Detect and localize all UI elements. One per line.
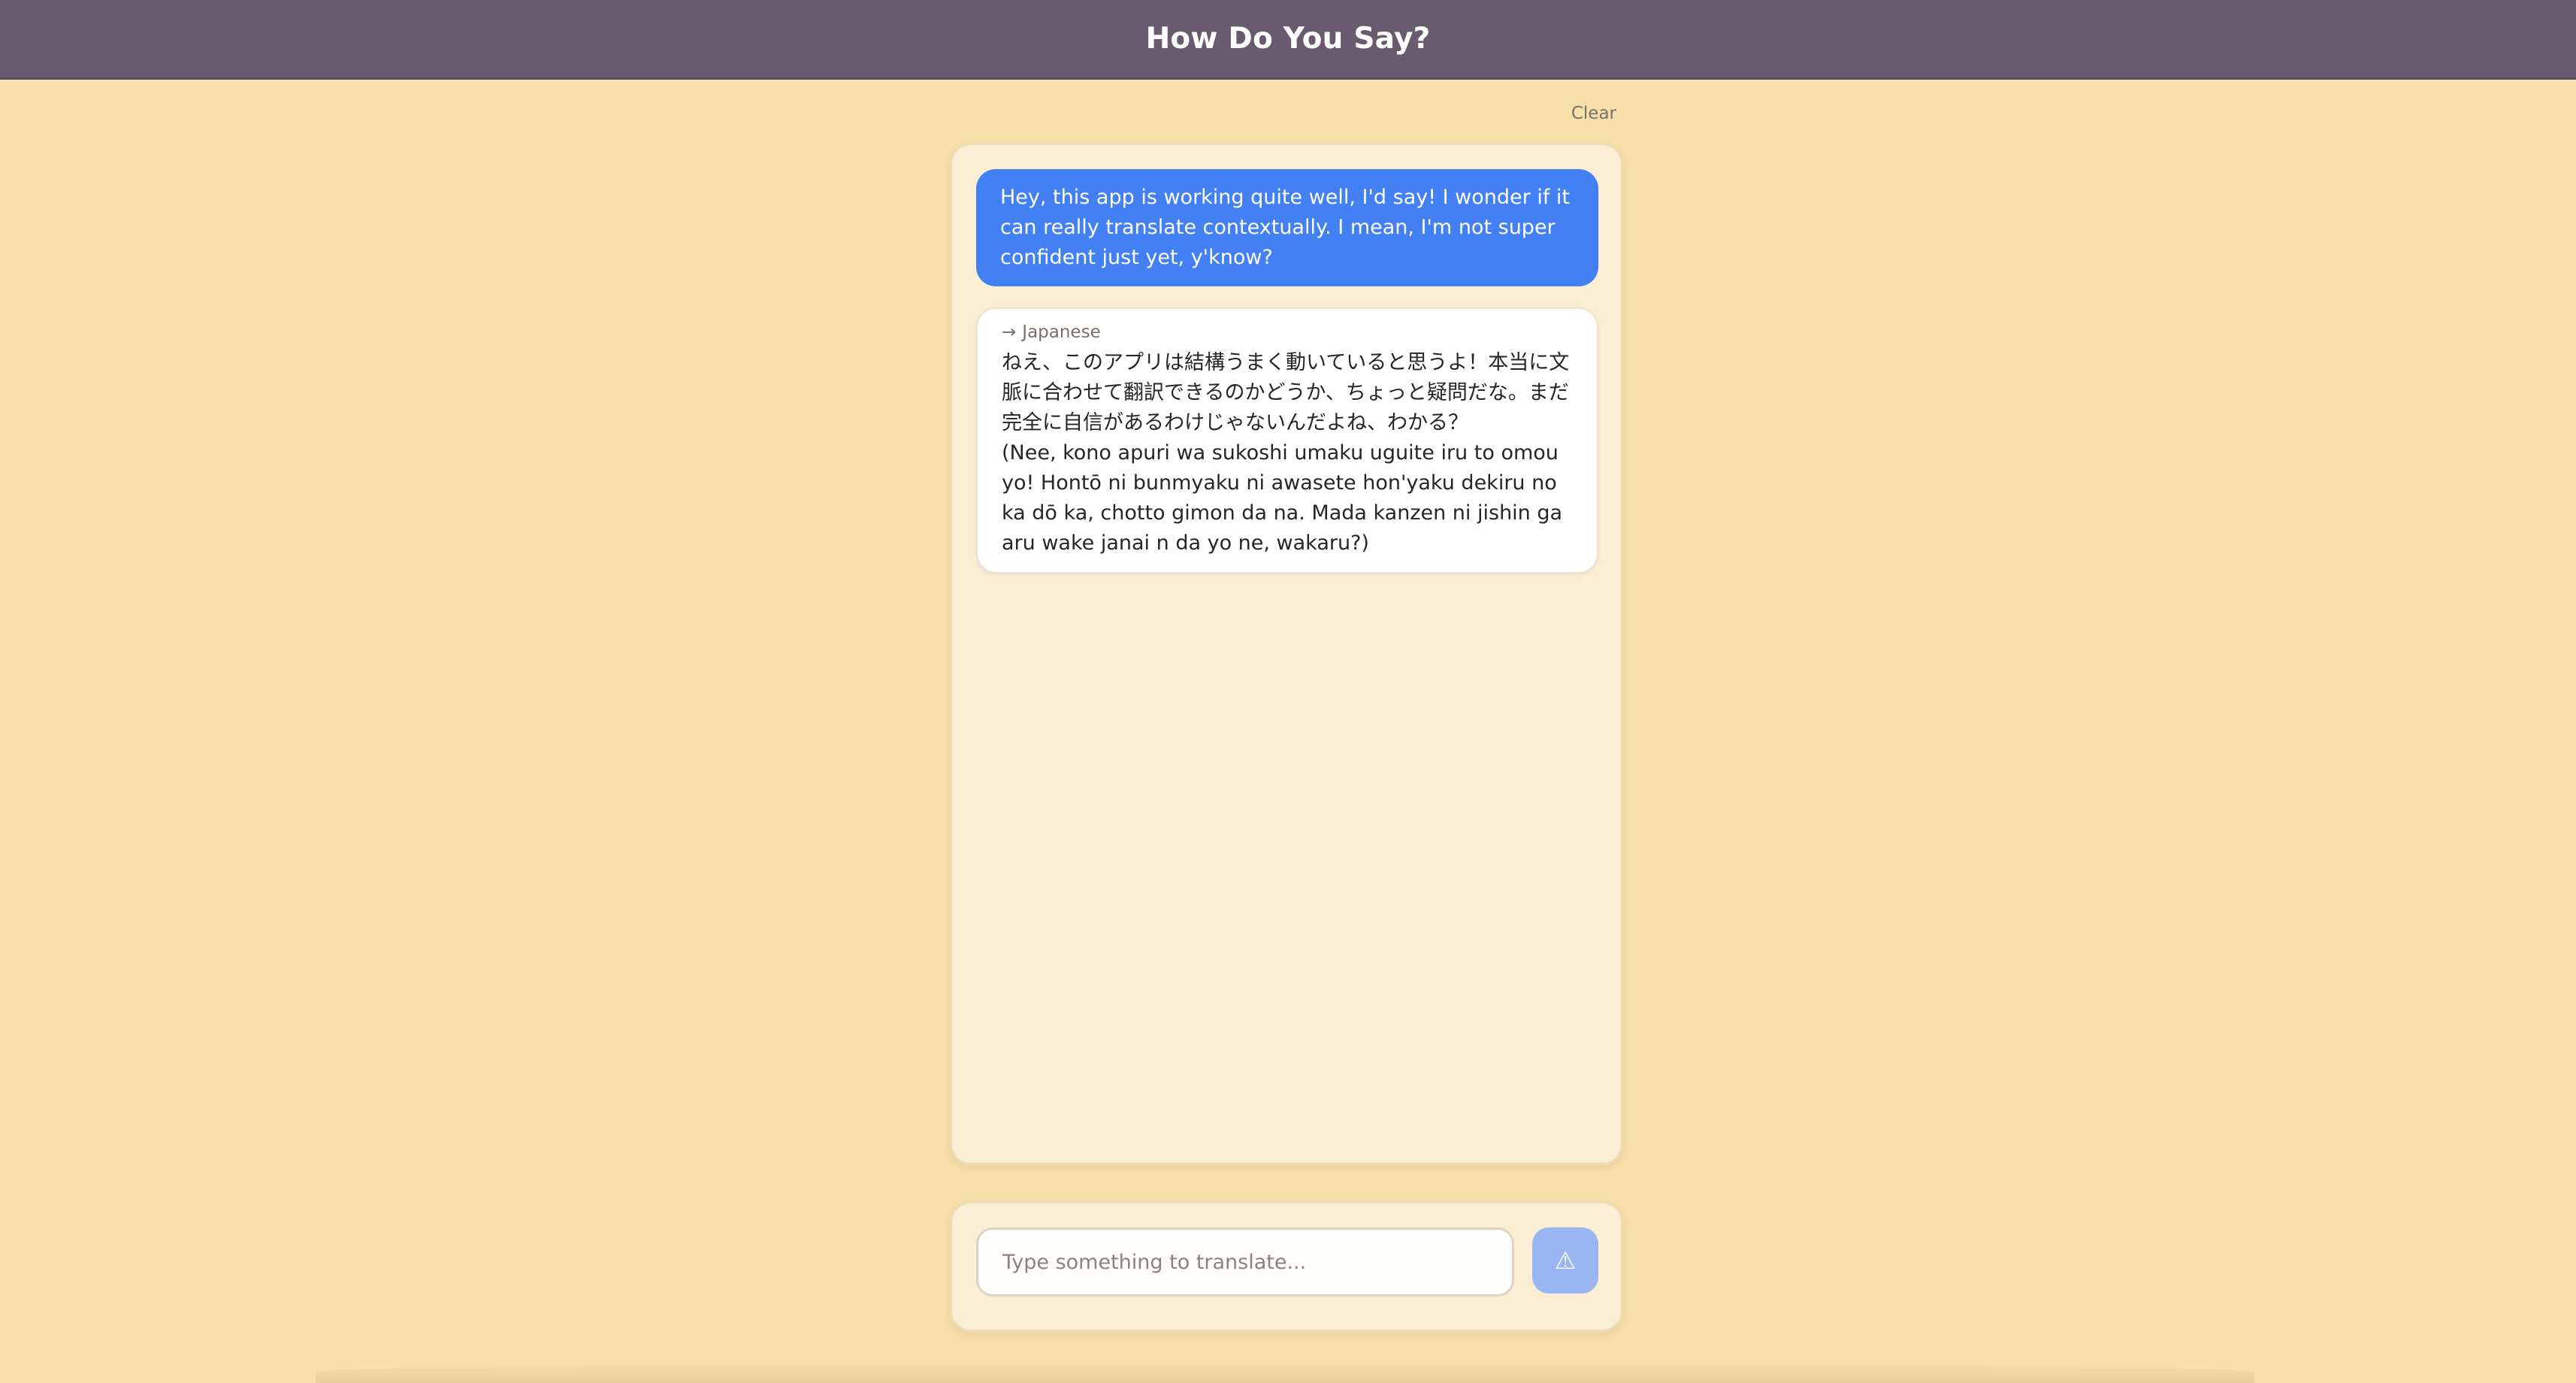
user-message-bubble: Hey, this app is working quite well, I'd… xyxy=(976,169,1598,286)
translation-romaji-text: (Nee, kono apuri wa sukoshi umaku uguite… xyxy=(1002,441,1563,555)
translate-input[interactable] xyxy=(976,1227,1514,1297)
target-language-label: → Japanese xyxy=(1002,319,1573,345)
conversation-panel: Hey, this app is working quite well, I'd… xyxy=(950,143,1623,1165)
send-button[interactable]: ⚠ xyxy=(1532,1227,1598,1294)
composer-panel: ⚠ xyxy=(950,1201,1623,1332)
app-title: How Do You Say? xyxy=(1145,22,1431,56)
app-header: How Do You Say? xyxy=(0,0,2576,80)
user-message-text: Hey, this app is working quite well, I'd… xyxy=(1000,186,1571,269)
bottom-edge-shadow xyxy=(316,1362,2254,1383)
warning-icon: ⚠ xyxy=(1554,1247,1577,1274)
translation-japanese-text: ねえ、このアプリは結構うまく動いていると思うよ！本当に文脈に合わせて翻訳できるの… xyxy=(1002,351,1570,434)
target-language-name: Japanese xyxy=(1022,322,1101,342)
translation-bubble: → Japanese ねえ、このアプリは結構うまく動いていると思うよ！本当に文脈… xyxy=(976,307,1598,573)
clear-button[interactable]: Clear xyxy=(1559,100,1616,127)
arrow-right-icon: → xyxy=(1002,322,1017,342)
